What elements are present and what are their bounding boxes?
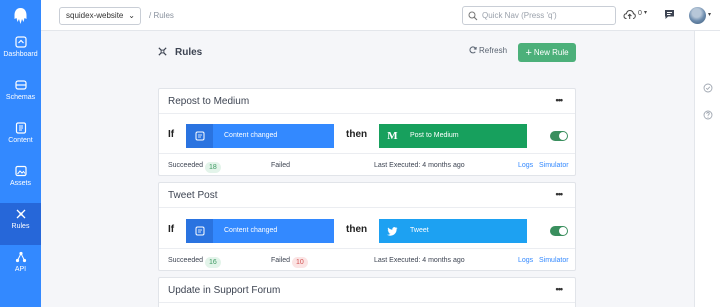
rule-card: Tweet Post ••• If Content changed then T… [158,182,576,271]
new-rule-button[interactable]: + New Rule [518,43,576,62]
trigger-block[interactable]: Content changed [186,219,334,243]
rule-card: Update in Support Forum ••• [158,277,576,307]
chevron-down-icon: ▾ [644,10,648,16]
rule-stats: Succeeded 16 Failed 10 Last Executed: 4 … [159,248,575,272]
succeeded-label: Succeeded [168,257,204,264]
trigger-label: Content changed [224,132,278,139]
upload-count: 0 [638,10,642,17]
sidebar-item-content[interactable]: Content [0,117,41,159]
new-rule-label: New Rule [533,48,569,57]
rule-title: Repost to Medium [168,96,250,107]
top-bar: squidex-website ⌄ / Rules 0 ▾ ▾ [41,0,720,31]
assets-icon [14,165,27,177]
succeeded-count-badge: 18 [205,162,221,173]
succeeded-label: Succeeded [168,162,204,169]
rule-title: Tweet Post [168,190,218,201]
api-icon [15,251,26,263]
app-selector[interactable]: squidex-website ⌄ [59,7,141,25]
failed-count-badge: 10 [292,257,308,268]
action-block[interactable]: M Post to Medium [379,124,527,148]
refresh-button[interactable]: Refresh [469,46,507,55]
search-input[interactable] [482,9,612,22]
failed-label: Failed [271,257,291,264]
right-rail [694,31,720,307]
action-block[interactable]: Tweet [379,219,527,243]
twitter-icon [379,219,406,243]
sidebar-item-label: Schemas [5,94,36,101]
dashboard-icon [14,36,27,48]
squidex-logo-icon[interactable] [13,8,28,25]
cloud-upload-icon [623,9,636,19]
breadcrumb: / Rules [149,11,174,20]
sidebar-item-dashboard[interactable]: Dashboard [0,31,41,73]
plus-icon: + [525,47,532,59]
rules-icon [16,209,25,219]
toggle-knob [559,132,567,140]
sidebar-item-schemas[interactable]: Schemas [0,74,41,116]
sidebar-item-assets[interactable]: Assets [0,160,41,202]
sidebar-item-api[interactable]: API [0,246,41,288]
app-selector-value: squidex-website [66,11,124,20]
user-avatar[interactable] [689,7,706,24]
sidebar-item-label: Assets [9,180,31,187]
search-icon [468,11,478,21]
quick-nav-search[interactable] [462,6,616,25]
sidebar-item-label: Content [8,137,33,144]
rule-stats: Succeeded 18 Failed Last Executed: 4 mon… [159,153,575,177]
chevron-down-icon: ▾ [708,12,712,18]
sidebar-item-rules[interactable]: Rules [0,203,41,245]
refresh-icon [469,46,477,54]
failed-label: Failed [271,162,291,169]
last-executed: Last Executed: 4 months ago [374,257,465,264]
trigger-block[interactable]: Content changed [186,124,334,148]
rule-enabled-toggle[interactable] [550,131,568,141]
chat-icon[interactable] [664,9,675,20]
upload-status[interactable]: 0 ▾ [623,8,655,22]
sidebar-item-label: API [14,266,27,273]
sidebar-item-label: Rules [11,223,30,230]
rule-card-header: Tweet Post ••• [159,183,575,208]
rule-card-header: Repost to Medium ••• [159,89,575,114]
help-icon[interactable] [703,110,713,120]
rule-card: Repost to Medium ••• If Content changed … [158,88,576,176]
trigger-label: Content changed [224,227,278,234]
rule-title: Update in Support Forum [168,285,281,296]
last-executed: Last Executed: 4 months ago [374,162,465,169]
action-label: Post to Medium [410,132,459,139]
chevron-down-icon: ⌄ [128,11,135,20]
simulator-link[interactable]: Simulator [539,257,569,264]
toggle-knob [559,227,567,235]
sidebar: Dashboard Schemas Content Assets Rules A… [0,0,41,307]
content-icon [186,124,213,148]
more-options-icon[interactable]: ••• [556,95,564,105]
then-keyword: then [346,129,368,140]
rules-icon [158,47,167,56]
more-options-icon[interactable]: ••• [556,189,564,199]
page-title: Rules [175,47,203,58]
refresh-label: Refresh [479,46,508,55]
history-icon[interactable] [703,83,713,93]
logs-link[interactable]: Logs [518,257,533,264]
rule-enabled-toggle[interactable] [550,226,568,236]
content-icon [186,219,213,243]
succeeded-count-badge: 16 [205,257,221,268]
action-label: Tweet [410,227,429,234]
rule-card-header: Update in Support Forum ••• [159,278,575,303]
simulator-link[interactable]: Simulator [539,162,569,169]
more-options-icon[interactable]: ••• [556,284,564,294]
medium-icon: M [387,130,398,142]
content-icon [15,122,26,134]
then-keyword: then [346,224,368,235]
if-keyword: If [168,129,175,140]
logs-link[interactable]: Logs [518,162,533,169]
if-keyword: If [168,224,175,235]
sidebar-item-label: Dashboard [3,51,38,58]
schemas-icon [14,80,27,90]
